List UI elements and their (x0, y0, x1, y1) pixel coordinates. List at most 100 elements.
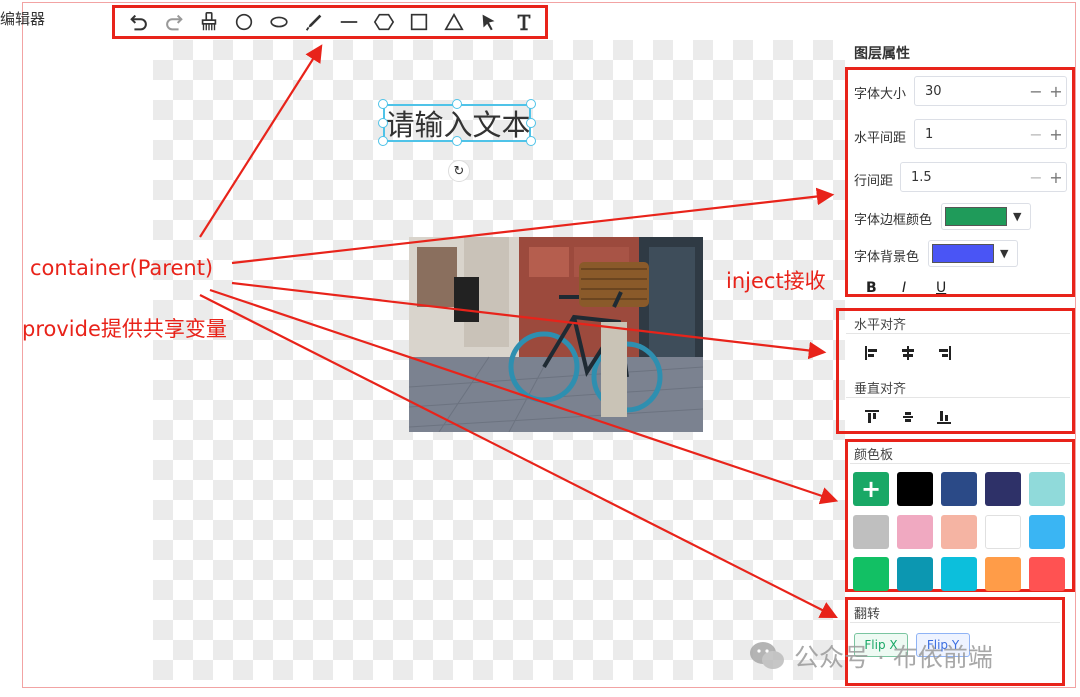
palette-swatch[interactable] (985, 515, 1021, 549)
divider (850, 463, 1070, 464)
wechat-icon (750, 642, 784, 669)
brush-icon (201, 12, 216, 31)
font-size-value: 30 (925, 83, 942, 99)
annotation-container: container(Parent) (30, 256, 214, 280)
palette-swatch[interactable] (941, 515, 977, 549)
resize-handle-bottom[interactable] (452, 136, 462, 146)
layer-properties-title: 图层属性 (854, 46, 910, 62)
flip-label: 翻转 (854, 607, 881, 622)
line-button[interactable] (331, 8, 366, 36)
annotation-inject: inject接收 (726, 269, 826, 293)
align-left-icon (865, 346, 877, 360)
brush-button[interactable] (191, 8, 226, 36)
rectangle-button[interactable] (401, 8, 436, 36)
palette-swatch[interactable] (897, 472, 933, 506)
border-color-label: 字体边框颜色 (854, 213, 933, 228)
undo-icon (129, 14, 147, 31)
ellipse-button[interactable] (261, 8, 296, 36)
bg-color-swatch (932, 244, 994, 263)
font-size-input[interactable]: 30 − + (914, 76, 1067, 106)
divider (846, 333, 1070, 334)
line-spacing-label: 行间距 (854, 174, 894, 189)
rotate-icon: ↻ (453, 163, 465, 179)
chevron-down-icon: ▼ (1013, 210, 1022, 223)
resize-handle-right[interactable] (526, 118, 536, 128)
watermark: 公众号 · 布依前端 (748, 638, 993, 674)
palette-swatch[interactable] (853, 557, 889, 591)
palette-swatch[interactable] (1029, 515, 1065, 549)
redo-button[interactable] (156, 8, 191, 36)
align-top-icon (865, 410, 879, 423)
app-title: 编辑器 (0, 10, 46, 28)
annotation-provide: provide提供共享变量 (22, 317, 227, 341)
h-spacing-decrement[interactable]: − (1026, 125, 1046, 144)
align-center-h-button[interactable] (896, 342, 920, 364)
circle-button[interactable] (226, 8, 261, 36)
watermark-text: 公众号 · 布依前端 (794, 643, 993, 672)
align-right-button[interactable] (932, 342, 956, 364)
palette-swatch[interactable] (941, 472, 977, 506)
h-spacing-label: 水平间距 (854, 131, 907, 146)
palette-swatch[interactable] (985, 472, 1021, 506)
triangle-button[interactable] (436, 8, 471, 36)
palette-swatch[interactable] (897, 515, 933, 549)
h-spacing-increment[interactable]: + (1046, 125, 1066, 144)
palette-swatch[interactable] (853, 515, 889, 549)
resize-handle-bottom-right[interactable] (526, 136, 536, 146)
pencil-icon (305, 14, 321, 31)
bold-button[interactable]: B (866, 280, 877, 296)
pencil-button[interactable] (296, 8, 331, 36)
text-tool-button[interactable] (506, 8, 541, 36)
resize-handle-bottom-left[interactable] (378, 136, 388, 146)
underline-button[interactable]: U (936, 280, 946, 296)
v-align-label: 垂直对齐 (854, 382, 907, 397)
palette-swatch[interactable] (941, 557, 977, 591)
plus-icon: + (860, 475, 882, 503)
h-spacing-input[interactable]: 1 − + (914, 119, 1067, 149)
h-align-label: 水平对齐 (854, 318, 907, 333)
line-spacing-input[interactable]: 1.5 − + (900, 162, 1067, 192)
undo-button[interactable] (121, 8, 156, 36)
pointer-icon (482, 14, 494, 31)
align-middle-button[interactable] (896, 406, 920, 428)
image-object[interactable] (409, 237, 703, 432)
palette-swatch[interactable] (1029, 472, 1065, 506)
toolbar (112, 5, 548, 39)
resize-handle-left[interactable] (378, 118, 388, 128)
font-size-increment[interactable]: + (1046, 82, 1066, 101)
align-middle-icon (903, 412, 913, 422)
italic-button[interactable]: I (902, 280, 906, 296)
palette-add-button[interactable]: + (853, 472, 889, 506)
palette-swatch[interactable] (1029, 557, 1065, 591)
border-color-swatch (945, 207, 1007, 226)
pointer-button[interactable] (471, 8, 506, 36)
divider (850, 622, 1060, 623)
triangle-icon (443, 12, 464, 31)
palette-swatch[interactable] (897, 557, 933, 591)
align-center-icon (902, 346, 914, 360)
rotate-handle[interactable]: ↻ (448, 160, 470, 182)
line-spacing-increment[interactable]: + (1046, 168, 1066, 187)
chevron-down-icon: ▼ (1000, 247, 1009, 260)
align-bottom-icon (937, 411, 951, 424)
align-top-button[interactable] (860, 406, 884, 428)
line-icon (340, 21, 357, 23)
resize-handle-top-left[interactable] (378, 99, 388, 109)
line-spacing-value: 1.5 (911, 169, 932, 185)
hexagon-icon (373, 13, 394, 31)
border-color-picker[interactable]: ▼ (941, 203, 1031, 230)
line-spacing-decrement[interactable]: − (1026, 168, 1046, 187)
circle-icon (235, 13, 252, 31)
align-left-button[interactable] (860, 342, 884, 364)
hexagon-button[interactable] (366, 8, 401, 36)
font-size-decrement[interactable]: − (1026, 82, 1046, 101)
resize-handle-top[interactable] (452, 99, 462, 109)
palette-swatch[interactable] (985, 557, 1021, 591)
h-spacing-value: 1 (925, 126, 934, 142)
bicycle-photo (409, 237, 703, 432)
text-icon (517, 14, 530, 31)
resize-handle-top-right[interactable] (526, 99, 536, 109)
bg-color-picker[interactable]: ▼ (928, 240, 1018, 267)
redo-icon (165, 14, 183, 31)
align-bottom-button[interactable] (932, 406, 956, 428)
